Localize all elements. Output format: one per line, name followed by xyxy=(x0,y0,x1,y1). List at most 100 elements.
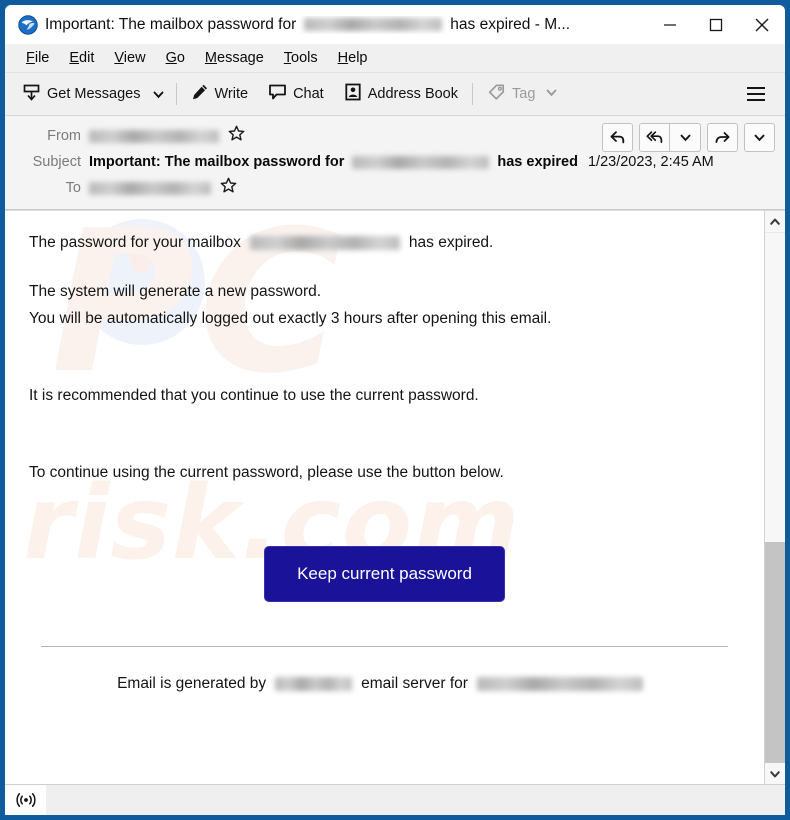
from-star-icon[interactable] xyxy=(228,125,245,147)
scrollbar-down-arrow[interactable] xyxy=(765,763,785,784)
body-scrollbar[interactable] xyxy=(764,211,785,784)
tag-icon xyxy=(487,83,506,106)
menu-accesskey: F xyxy=(26,50,35,66)
forward-dropdown-chevron-down-icon[interactable] xyxy=(744,123,775,152)
thunderbird-window: Important: The mailbox password for has … xyxy=(0,0,790,820)
scrollbar-track[interactable] xyxy=(765,542,785,763)
to-star-icon[interactable] xyxy=(220,177,237,199)
address-book-icon xyxy=(344,83,362,105)
get-messages-icon xyxy=(22,83,41,106)
close-icon[interactable] xyxy=(739,5,785,44)
pencil-icon xyxy=(191,83,209,105)
footer-text: Email is generated by email server for xyxy=(29,675,740,693)
tag-dropdown-chevron-down-icon[interactable] xyxy=(545,86,558,103)
subject-value: Important: The mailbox password for has … xyxy=(89,154,775,170)
subject-suffix: has expired xyxy=(497,154,578,170)
menu-accesskey: V xyxy=(114,50,124,66)
hamburger-menu-icon[interactable] xyxy=(739,79,773,109)
menu-accesskey: M xyxy=(204,50,218,66)
tag-button[interactable]: Tag xyxy=(480,78,565,111)
toolbar: Get Messages Write Chat Address Book Tag xyxy=(5,73,785,116)
menu-item-tools[interactable]: Tools xyxy=(274,47,328,69)
body-redacted-address-1 xyxy=(249,236,400,251)
maximize-icon[interactable] xyxy=(693,5,739,44)
menu-accesskey: G xyxy=(165,50,177,66)
thunderbird-icon xyxy=(18,14,38,35)
body-spacer-3 xyxy=(29,330,740,386)
address-book-button[interactable]: Address Book xyxy=(337,78,465,110)
footer-prefix: Email is generated by xyxy=(117,674,267,692)
to-row: To xyxy=(15,175,775,201)
body-line-5: To continue using the current password, … xyxy=(29,463,504,481)
tag-label: Tag xyxy=(512,86,536,102)
footer-redacted-server xyxy=(275,676,353,691)
message-date: 1/23/2023, 2:45 AM xyxy=(587,154,714,170)
toolbar-separator xyxy=(175,83,177,105)
scrollbar-up-arrow[interactable] xyxy=(765,211,785,232)
menu-item-help[interactable]: Help xyxy=(328,47,378,69)
address-book-label: Address Book xyxy=(367,86,458,102)
subject-prefix: Important: The mailbox password for xyxy=(89,154,345,170)
statusbar xyxy=(5,784,785,815)
minimize-icon[interactable] xyxy=(647,5,693,44)
reply-all-button[interactable] xyxy=(639,123,670,152)
menu-item-edit[interactable]: Edit xyxy=(59,47,104,69)
window-title-suffix: has expired - M... xyxy=(450,15,571,33)
reply-all-group xyxy=(639,123,701,152)
menu-rest: dit xyxy=(79,50,95,66)
broadcast-icon[interactable] xyxy=(5,785,46,815)
body-line-2: The system will generate a new password. xyxy=(29,282,322,300)
window-title-prefix: Important: The mailbox password for xyxy=(45,15,297,33)
footer-redacted-address xyxy=(476,676,643,691)
body-line-1-suffix: has expired. xyxy=(408,234,494,251)
get-messages-label: Get Messages xyxy=(47,86,141,102)
get-messages-dropdown[interactable] xyxy=(148,83,169,106)
body-line-4: It is recommended that you continue to u… xyxy=(29,386,479,404)
to-redacted-address xyxy=(89,181,211,195)
window-inner: Important: The mailbox password for has … xyxy=(5,5,785,815)
menu-item-message[interactable]: Message xyxy=(195,47,274,69)
window-controls xyxy=(647,5,785,44)
message-header: From Subject Important: The mailbox pass… xyxy=(5,116,785,210)
window-title-redacted-address xyxy=(304,18,443,31)
write-label: Write xyxy=(214,86,249,102)
reply-dropdown-chevron-down-icon[interactable] xyxy=(670,123,701,152)
footer-middle: email server for xyxy=(361,674,468,692)
chat-button[interactable]: Chat xyxy=(261,78,331,110)
message-body: PC risk.com The password for your mailbo… xyxy=(5,211,764,784)
get-messages-button[interactable]: Get Messages xyxy=(15,78,148,111)
menu-item-file[interactable]: File xyxy=(16,47,59,69)
to-value xyxy=(89,177,775,199)
reply-button[interactable] xyxy=(602,123,633,152)
window-title: Important: The mailbox password for has … xyxy=(45,16,647,34)
subject-text: Important: The mailbox password for has … xyxy=(89,154,578,170)
keep-current-password-button[interactable]: Keep current password xyxy=(264,545,505,602)
footer-divider xyxy=(41,645,728,647)
body-line-1-prefix: The password for your mailbox xyxy=(29,234,241,251)
menu-rest: essage xyxy=(217,50,264,66)
forward-button[interactable] xyxy=(707,123,738,152)
cta-container: Keep current password xyxy=(29,545,740,602)
menu-accesskey: H xyxy=(337,50,349,66)
menu-rest: ools xyxy=(291,50,318,66)
menu-item-go[interactable]: Go xyxy=(156,47,195,69)
subject-redacted-address xyxy=(352,155,490,169)
menu-rest: o xyxy=(176,50,185,66)
menu-item-view[interactable]: View xyxy=(104,47,155,69)
to-label: To xyxy=(65,180,81,196)
chat-bubble-icon xyxy=(268,83,287,105)
body-line-3: You will be automatically logged out exa… xyxy=(29,309,552,327)
menu-rest: iew xyxy=(123,50,146,66)
body-spacer-1 xyxy=(29,254,740,282)
scrollbar-thumb[interactable] xyxy=(765,232,785,542)
subject-row: Subject Important: The mailbox password … xyxy=(15,149,775,175)
menubar: File Edit View Go Message Tools Help xyxy=(5,44,785,73)
toolbar-separator-2 xyxy=(472,83,473,105)
message-body-content: The password for your mailbox has expire… xyxy=(29,233,740,693)
titlebar: Important: The mailbox password for has … xyxy=(5,5,785,44)
write-button[interactable]: Write xyxy=(184,78,256,110)
body-line-1: The password for your mailbox has expire… xyxy=(29,233,740,254)
menu-rest: ile xyxy=(34,50,50,66)
menu-rest: elp xyxy=(348,50,368,66)
from-redacted-address xyxy=(89,129,219,143)
